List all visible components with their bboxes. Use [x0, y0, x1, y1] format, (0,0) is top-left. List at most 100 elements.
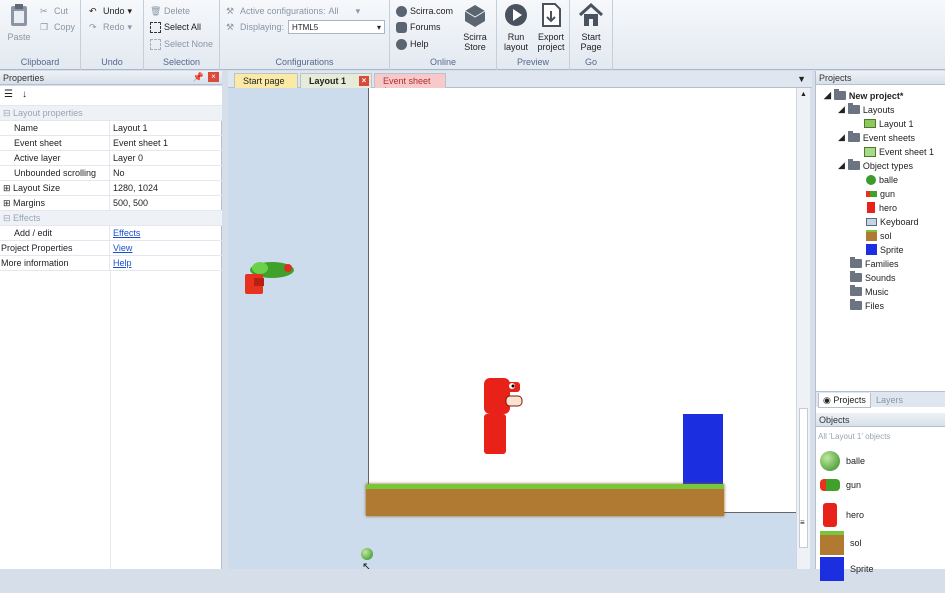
copy-button[interactable]: ❐ Copy	[40, 20, 75, 34]
close-icon[interactable]: ×	[208, 72, 219, 82]
tree-root[interactable]: ◢ New project*	[824, 89, 903, 102]
object-sprite[interactable]: Sprite	[820, 557, 874, 581]
tree-families[interactable]: Families	[850, 257, 899, 270]
help-link[interactable]: Help	[396, 37, 429, 51]
tree-type-hero[interactable]: hero	[866, 201, 897, 214]
category-effects[interactable]: ⊟ Effects	[0, 211, 222, 226]
tree-type-balle[interactable]: balle	[866, 173, 898, 186]
property-row-unbounded-scrolling[interactable]: Unbounded scrolling No	[0, 165, 222, 181]
tab-event-sheet-1[interactable]: Event sheet 1	[374, 73, 446, 96]
tree-type-gun[interactable]: gun	[866, 187, 895, 200]
property-row-layout-size[interactable]: ⊞ Layout Size 1280, 1024	[0, 180, 222, 196]
object-sol[interactable]: sol	[820, 531, 862, 555]
property-value[interactable]: 500, 500	[110, 198, 148, 208]
tab-list-dropdown-icon[interactable]: ▼	[797, 74, 806, 84]
hero-sprite[interactable]	[478, 374, 526, 458]
property-value[interactable]: Layout 1	[110, 123, 148, 133]
tree-label: Event sheets	[862, 132, 915, 143]
tree-type-keyboard[interactable]: Keyboard	[866, 215, 919, 228]
cut-button[interactable]: ✂ Cut	[40, 4, 68, 18]
property-row-active-layer[interactable]: Active layer Layer 0	[0, 150, 222, 166]
scroll-up-icon[interactable]: ▲	[800, 91, 807, 98]
tree-event-sheet-1[interactable]: Event sheet 1	[864, 145, 934, 158]
paste-button[interactable]: Paste	[4, 2, 34, 42]
tree-sounds[interactable]: Sounds	[850, 271, 896, 284]
property-row-effects[interactable]: Add / edit Effects	[0, 225, 222, 241]
property-value[interactable]: Event sheet 1	[110, 138, 168, 148]
canvas-vertical-scrollbar[interactable]: ▲ ≡	[796, 88, 810, 569]
property-key: Active layer	[0, 150, 110, 166]
hero-icon	[867, 202, 875, 213]
tree-label: sol	[880, 230, 892, 241]
run-layout-button[interactable]: Run layout	[500, 2, 532, 52]
property-row-project[interactable]: Project Properties View	[0, 240, 222, 256]
start-page-button[interactable]: Start Page	[575, 2, 607, 52]
property-value[interactable]: Layer 0	[110, 153, 143, 163]
tree-event-sheets[interactable]: ◢ Event sheets	[838, 131, 915, 144]
object-label: sol	[850, 538, 862, 548]
undo-button[interactable]: ↶ Undo ▾	[89, 4, 132, 18]
select-none-button[interactable]: Select None	[150, 37, 213, 51]
tree-layout-1[interactable]: Layout 1	[864, 117, 914, 130]
object-gun[interactable]: gun	[820, 479, 861, 491]
tree-files[interactable]: Files	[850, 299, 884, 312]
categorized-sort-icon[interactable]: ☰	[4, 89, 13, 100]
select-all-button[interactable]: Select All	[150, 20, 201, 34]
property-value[interactable]: No	[110, 168, 125, 178]
properties-title: Properties	[3, 73, 45, 83]
select-none-icon	[150, 38, 161, 50]
sprite-icon	[820, 557, 844, 581]
forums-link[interactable]: Forums	[396, 20, 441, 34]
object-hero[interactable]: hero	[820, 503, 864, 527]
delete-button[interactable]: 🗑 Delete	[150, 4, 190, 18]
property-value[interactable]: 1280, 1024	[110, 183, 158, 193]
tree-object-types[interactable]: ◢ Object types	[838, 159, 913, 172]
alphabetical-sort-icon[interactable]: ↓	[22, 89, 27, 100]
play-icon	[505, 4, 527, 26]
displaying-label-row: ⚒ Displaying:	[226, 20, 284, 34]
properties-header: Properties 📌 ×	[0, 71, 222, 85]
objects-filter[interactable]: All 'Layout 1' objects	[818, 432, 890, 441]
sprite-object[interactable]	[683, 414, 723, 486]
gun-sprite[interactable]	[240, 256, 300, 300]
active-config-value: All	[328, 6, 339, 16]
help-link[interactable]: Help	[110, 258, 132, 268]
sol-ground[interactable]	[366, 484, 724, 516]
scroll-thumb[interactable]	[799, 408, 808, 548]
close-icon[interactable]: ×	[359, 76, 369, 86]
tree-layouts[interactable]: ◢ Layouts	[838, 103, 894, 116]
expand-icon[interactable]: ⊞	[3, 198, 13, 208]
tab-projects[interactable]: ◉ Projects	[818, 393, 871, 408]
tree-type-sprite[interactable]: Sprite	[866, 243, 904, 256]
category-layout-properties[interactable]: ⊟ Layout properties	[0, 106, 222, 121]
layout-icon	[864, 119, 876, 128]
effects-link[interactable]: Effects	[110, 228, 140, 238]
layout-canvas[interactable]: ↖	[228, 88, 796, 569]
pin-icon[interactable]: 📌	[193, 72, 204, 83]
displaying-select[interactable]: HTML5 ▾	[288, 20, 385, 34]
redo-button[interactable]: ↷ Redo ▾	[89, 20, 132, 34]
property-row-event-sheet[interactable]: Event sheet Event sheet 1	[0, 135, 222, 151]
view-link[interactable]: View	[110, 243, 132, 253]
help-label: Help	[410, 39, 429, 49]
tab-layers[interactable]: Layers	[872, 393, 907, 408]
property-row-name[interactable]: Name Layout 1	[0, 120, 222, 136]
property-row-more-info[interactable]: More information Help	[0, 255, 222, 271]
expand-icon[interactable]: ⊞	[3, 183, 13, 193]
export-project-button[interactable]: Export project	[534, 2, 568, 52]
tab-layout-1[interactable]: Layout 1 ×	[300, 73, 372, 88]
paste-icon	[11, 4, 27, 26]
active-configurations[interactable]: ⚒ Active configurations: All ▾	[226, 4, 360, 18]
tree-music[interactable]: Music	[850, 285, 889, 298]
object-label: Sprite	[850, 564, 874, 574]
tree-label: Sounds	[865, 272, 896, 283]
tree-type-sol[interactable]: sol	[866, 229, 892, 242]
clipboard-group-label: Clipboard	[20, 57, 60, 67]
panel-tabs: ◉ Projects Layers	[816, 391, 945, 408]
property-row-margins[interactable]: ⊞ Margins 500, 500	[0, 195, 222, 211]
balle-sprite[interactable]	[361, 548, 373, 560]
tab-start-page[interactable]: Start page	[234, 73, 298, 88]
scirra-link[interactable]: Scirra.com	[396, 4, 453, 18]
object-balle[interactable]: balle	[820, 451, 865, 471]
scirra-store-button[interactable]: Scirra Store	[458, 2, 492, 52]
